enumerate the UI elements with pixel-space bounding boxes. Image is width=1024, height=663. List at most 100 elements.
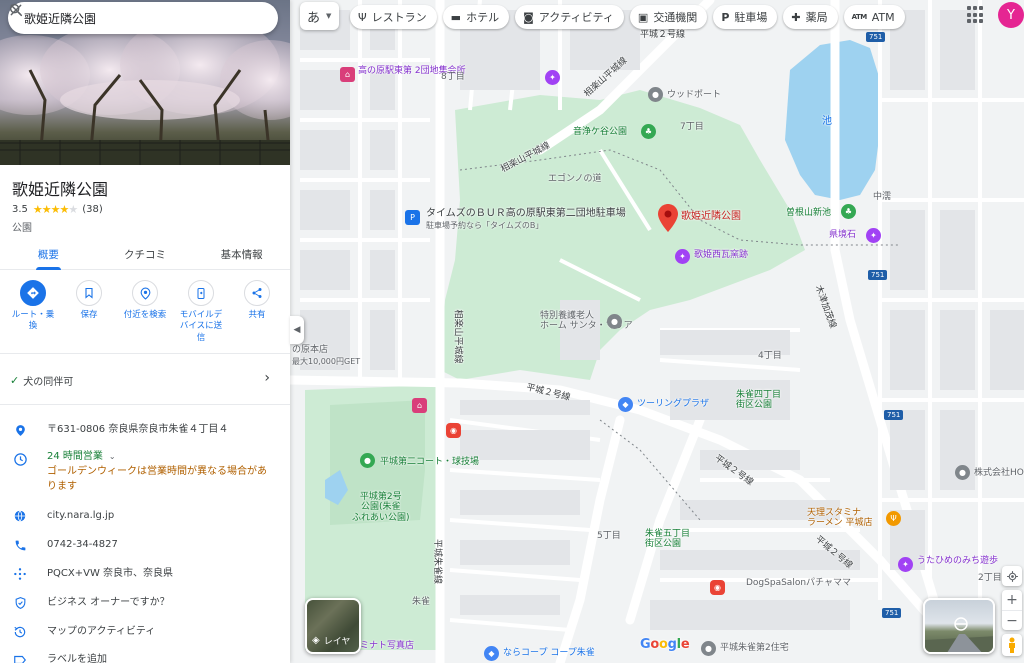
send-to-phone-button[interactable]: モバイルデ バイスに送 信 — [174, 280, 228, 344]
chevron-right-icon: › — [264, 370, 270, 386]
rating-row[interactable]: 3.5 ★★★★★ (38) — [12, 203, 103, 216]
tab-about[interactable]: 基本情報 — [193, 238, 290, 269]
street-view-thumbnail[interactable] — [923, 598, 995, 654]
restaurant-icon: Ψ — [358, 10, 367, 24]
apps-grid-icon[interactable] — [967, 6, 985, 24]
place-category[interactable]: 公園 — [12, 219, 32, 234]
chevron-down-icon[interactable]: ⌄ — [109, 452, 116, 461]
input-method-button[interactable]: あ ▼ — [300, 2, 339, 30]
map-label-suzaku: 朱雀 — [412, 597, 431, 607]
close-icon[interactable] — [8, 2, 24, 18]
pegman-button[interactable] — [1002, 634, 1022, 656]
place-icon-tokubetsu[interactable]: ● — [607, 314, 622, 329]
directions-label: ルート・乗 換 — [11, 310, 55, 332]
map-label-woodport[interactable]: ウッドポート — [667, 90, 721, 100]
map-label-touring[interactable]: ツーリングプラザ — [637, 399, 709, 409]
search-box[interactable] — [8, 2, 278, 34]
divider — [0, 404, 290, 405]
parking-marker-icon[interactable]: P — [405, 210, 420, 225]
attraction-icon-kenkyoseki[interactable]: ✦ — [866, 228, 881, 243]
website-row[interactable]: city.nara.lg.jp — [0, 508, 290, 523]
park-icon-court[interactable]: ● — [360, 453, 375, 468]
layers-button[interactable]: ◈ レイヤ — [305, 598, 361, 654]
map-label-dogspa[interactable]: DogSpaSalonパチャママ — [746, 578, 851, 588]
map-label-utahime-kawara[interactable]: 歌姫西瓦窯跡 — [694, 250, 748, 260]
place-icon-heijo-jutaku[interactable]: ● — [701, 641, 716, 656]
place-icon-kabushiki[interactable]: ● — [955, 465, 970, 480]
tab-reviews[interactable]: クチコミ — [97, 238, 194, 269]
park-icon-sonekoyama[interactable]: ♣ — [841, 204, 856, 219]
dog-friendly-row[interactable]: ✓ 犬の同伴可 › — [0, 366, 290, 394]
nearby-button[interactable]: 付近を検索 — [118, 280, 172, 344]
map-label-ike: 池 — [822, 116, 832, 127]
save-button[interactable]: 保存 — [62, 280, 116, 344]
map-label-kabushiki[interactable]: 株式会社HO — [974, 468, 1024, 478]
hours-row[interactable]: 24 時間営業 ⌄ ゴールデンウィークは営業時間が異なる場合があります — [0, 449, 290, 494]
shop-icon-dogspa[interactable]: ◉ — [710, 580, 725, 595]
chip-atm[interactable]: ATM ATM — [843, 5, 905, 29]
road-label-sujaku: 平城朱雀線 — [432, 538, 443, 585]
shop-icon[interactable]: ◉ — [446, 423, 461, 438]
road-label-sagara: 相楽山平城線 — [452, 309, 463, 364]
chip-hotel[interactable]: ▬ ホテル — [442, 5, 510, 29]
map-label-heijo2park[interactable]: 平城第2号 公園(朱雀 ふれあい公園) — [352, 492, 410, 523]
map-label-otojogaike[interactable]: 音浄ケ谷公園 — [573, 127, 627, 137]
map-label-times[interactable]: タイムズのＢＵＲ高の原駅東第二団地駐車場 — [426, 208, 626, 220]
map-label-utahime-road[interactable]: うたひめのみち遊歩 — [917, 556, 998, 566]
star-rating-icon: ★★★★★ — [32, 203, 78, 216]
attraction-icon-kawara[interactable]: ✦ — [675, 249, 690, 264]
map-label-kenkyoseki[interactable]: 県境石 — [829, 230, 856, 240]
map-label-sujaku4[interactable]: 朱雀四丁目 街区公園 — [736, 390, 781, 411]
attraction-icon-road[interactable]: ✦ — [898, 557, 913, 572]
attraction-icon[interactable]: ✦ — [545, 70, 560, 85]
my-location-button[interactable] — [1002, 566, 1022, 586]
caret-down-icon: ▼ — [326, 12, 332, 20]
chevron-left-icon: ◀ — [293, 325, 301, 335]
chip-pharmacy[interactable]: ✚ 薬局 — [783, 5, 838, 29]
map-label-tenri[interactable]: 天理スタミナ ラーメン 平城店 — [807, 508, 873, 529]
layers-icon: ◈ — [312, 635, 320, 646]
collapse-panel-button[interactable]: ◀ — [290, 316, 304, 344]
directions-button[interactable]: ルート・乗 換 — [6, 280, 60, 344]
address-row[interactable]: 〒631-0806 奈良県奈良市朱雀４丁目４ — [0, 422, 290, 437]
community-icon-2[interactable]: ⌂ — [412, 398, 427, 413]
map-label-heijo-jutaku[interactable]: 平城朱雀第2住宅 — [720, 643, 789, 653]
send-to-phone-icon — [188, 280, 214, 306]
chip-transit[interactable]: ▣ 交通機関 — [629, 5, 708, 29]
zoom-out-button[interactable]: − — [1002, 610, 1022, 630]
chip-parking[interactable]: P 駐車場 — [713, 5, 778, 29]
plus-code-row[interactable]: PQCX+VW 奈良市、奈良県 — [0, 566, 290, 581]
phone-text: 0742-34-4827 — [47, 539, 118, 550]
chip-restaurant[interactable]: Ψ レストラン — [350, 5, 437, 29]
activity-row[interactable]: マップのアクティビティ — [0, 624, 290, 639]
map-label-cho5: 5丁目 — [597, 531, 621, 541]
chip-activity[interactable]: ◙ アクティビティ — [515, 5, 624, 29]
account-avatar[interactable]: Y — [998, 2, 1024, 28]
share-button[interactable]: 共有 — [230, 280, 284, 344]
transit-icon: ▣ — [637, 10, 649, 24]
place-photo[interactable] — [0, 0, 290, 165]
add-label-row[interactable]: ラベルを追加 — [0, 652, 290, 663]
place-icon-naracoop[interactable]: ◆ — [484, 646, 499, 661]
phone-row[interactable]: 0742-34-4827 — [0, 537, 290, 552]
tab-overview[interactable]: 概要 — [0, 238, 97, 270]
selected-place-pin-icon[interactable] — [658, 204, 678, 232]
search-input[interactable] — [24, 11, 204, 25]
place-icon-woodport[interactable]: ● — [648, 87, 663, 102]
route-shield-751-a: 751 — [866, 32, 886, 42]
place-icon-touring[interactable]: ◆ — [618, 397, 633, 412]
map-label-naracoop[interactable]: ならコープ コープ朱雀 — [503, 648, 595, 658]
review-count[interactable]: (38) — [82, 204, 103, 215]
owner-row[interactable]: ビジネス オーナーですか？ — [0, 595, 290, 610]
zoom-in-button[interactable]: + — [1002, 590, 1022, 610]
community-center-icon[interactable]: ⌂ — [340, 67, 355, 82]
map-label-sujaku5[interactable]: 朱雀五丁目 街区公園 — [645, 529, 690, 550]
hours-status: 24 時間営業 — [47, 451, 103, 462]
park-icon-otojogaike[interactable]: ♣ — [641, 124, 656, 139]
map-label-photo[interactable]: ミナト写真店 — [360, 641, 414, 651]
restaurant-marker-icon[interactable]: Ψ — [886, 511, 901, 526]
map-label-court[interactable]: 平城第二コート・球技場 — [380, 457, 479, 467]
map-label-selected[interactable]: 歌姫近隣公園 — [681, 211, 741, 223]
map-label-honten[interactable]: の原本店 — [292, 345, 328, 355]
map-label-sonekoyama[interactable]: 曽根山新池 — [786, 208, 831, 218]
